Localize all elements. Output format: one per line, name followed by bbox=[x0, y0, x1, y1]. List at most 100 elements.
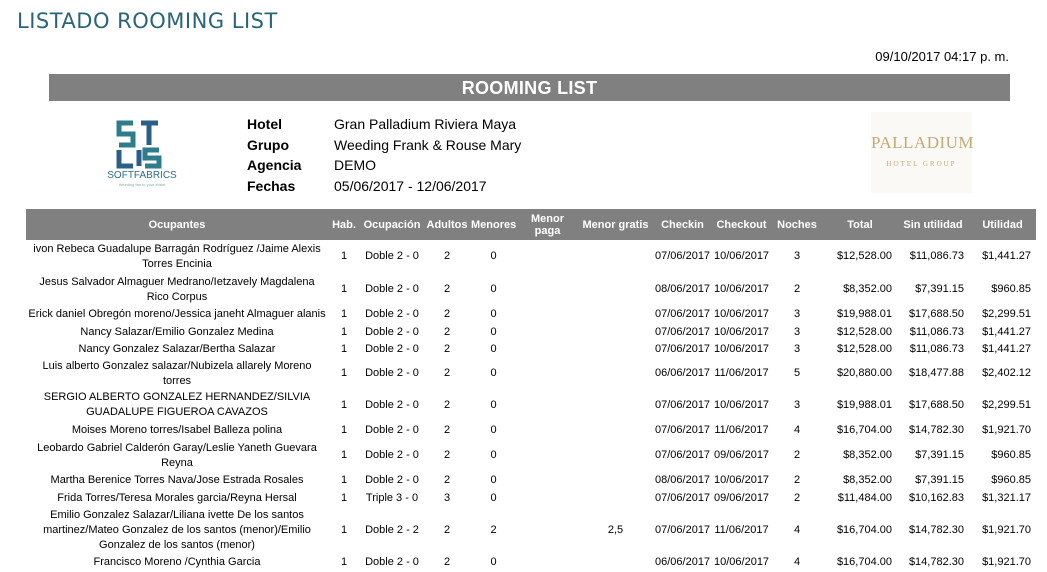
info-label: Hotel bbox=[247, 116, 282, 133]
cell-menores: 0 bbox=[490, 308, 497, 321]
table-header-row: Ocupantes Hab. Ocupación Adultos Menores… bbox=[26, 209, 1036, 240]
cell-ocupantes: ivon Rebeca Guadalupe Barragán Rodríguez… bbox=[33, 242, 321, 270]
table-row: Leobardo Gabriel Calderón Garay/Leslie Y… bbox=[26, 439, 1036, 472]
cell-noches: 3 bbox=[793, 325, 801, 338]
column-header: Ocupación bbox=[360, 209, 424, 240]
column-header: Noches bbox=[771, 209, 823, 240]
cell-noches: 3 bbox=[793, 343, 801, 356]
cell-utilidad: $960.85 bbox=[991, 283, 1031, 295]
cell-noches: 3 bbox=[793, 308, 801, 321]
cell-noches: 3 bbox=[793, 250, 801, 262]
cell-checkout: 10/06/2017 bbox=[714, 308, 770, 321]
cell-adultos: 2 bbox=[443, 283, 451, 295]
cell-checkin: 07/06/2017 bbox=[655, 491, 711, 504]
column-header: Hab. bbox=[328, 209, 360, 240]
info-value: 05/06/2017 - 12/06/2017 bbox=[334, 177, 487, 194]
cell-utilidad: $1,441.27 bbox=[982, 325, 1031, 338]
cell-ocupacion: Doble 2 - 0 bbox=[365, 250, 419, 262]
cell-utilidad: $1,921.70 bbox=[982, 524, 1031, 536]
cell-checkout: 09/06/2017 bbox=[714, 449, 770, 461]
column-header: Sin utilidad bbox=[897, 209, 969, 240]
cell-menor-paga bbox=[517, 341, 578, 359]
cell-ocupacion: Doble 2 - 0 bbox=[365, 398, 419, 411]
cell-checkin: 07/06/2017 bbox=[655, 449, 711, 461]
cell-menor-paga bbox=[517, 389, 578, 422]
cell-ocupantes: Erick daniel Obregón moreno/Jessica jane… bbox=[28, 308, 326, 321]
table-row: Erick daniel Obregón moreno/Jessica jane… bbox=[26, 306, 1036, 324]
cell-menor-paga bbox=[517, 439, 578, 472]
cell-total: $19,988.01 bbox=[836, 308, 892, 321]
cell-menor-gratis bbox=[578, 273, 653, 306]
cell-checkin: 08/06/2017 bbox=[655, 474, 711, 487]
table-row: Frida Torres/Teresa Morales garcia/Reyna… bbox=[26, 490, 1036, 508]
cell-hab: 1 bbox=[340, 250, 348, 262]
cell-total: $8,352.00 bbox=[843, 449, 892, 461]
column-header: Checkin bbox=[653, 209, 712, 240]
cell-utilidad: $960.85 bbox=[991, 449, 1031, 461]
cell-total: $12,528.00 bbox=[836, 325, 892, 338]
column-header: Ocupantes bbox=[26, 209, 328, 240]
column-header: Menor gratis bbox=[578, 209, 653, 240]
cell-menores: 0 bbox=[490, 283, 497, 295]
column-header: Utilidad bbox=[969, 209, 1036, 240]
cell-menores: 0 bbox=[490, 556, 497, 569]
info-row-grupo: Grupo Weeding Frank & Rouse Mary bbox=[247, 135, 521, 156]
cell-ocupantes: Emilio Gonzalez Salazar/Liliana ivette D… bbox=[43, 509, 311, 551]
cell-checkin: 07/06/2017 bbox=[655, 250, 711, 262]
cell-checkout: 10/06/2017 bbox=[714, 556, 770, 569]
cell-adultos: 2 bbox=[443, 343, 451, 356]
cell-menor-gratis bbox=[578, 240, 653, 273]
cell-sin-utilidad: $17,688.50 bbox=[908, 398, 964, 411]
cell-hab: 1 bbox=[340, 308, 348, 321]
table-row: Emilio Gonzalez Salazar/Liliana ivette D… bbox=[26, 507, 1036, 554]
cell-utilidad: $1,441.27 bbox=[982, 343, 1031, 356]
cell-ocupacion: Doble 2 - 0 bbox=[365, 343, 419, 356]
cell-menor-gratis bbox=[578, 490, 653, 508]
cell-checkout: 11/06/2017 bbox=[714, 423, 769, 436]
cell-menor-paga bbox=[517, 490, 578, 508]
softfabrics-tagline: Weeding fan to your event bbox=[118, 182, 166, 187]
cell-checkin: 07/06/2017 bbox=[655, 423, 711, 436]
cell-sin-utilidad: $17,688.50 bbox=[908, 308, 964, 321]
cell-ocupacion: Triple 3 - 0 bbox=[365, 491, 419, 504]
table-row: Nancy Salazar/Emilio Gonzalez Medina 1 Dob… bbox=[26, 324, 1036, 342]
cell-adultos: 3 bbox=[443, 491, 451, 504]
cell-noches: 4 bbox=[793, 423, 801, 436]
cell-checkout: 10/06/2017 bbox=[714, 398, 770, 411]
cell-checkin: 08/06/2017 bbox=[655, 283, 711, 295]
cell-noches: 4 bbox=[793, 524, 801, 536]
cell-sin-utilidad: $11,086.73 bbox=[909, 343, 964, 356]
cell-utilidad: $1,441.27 bbox=[982, 250, 1031, 262]
cell-utilidad: $960.85 bbox=[991, 474, 1031, 487]
cell-adultos: 2 bbox=[443, 423, 451, 436]
cell-sin-utilidad: $10,162.83 bbox=[908, 491, 964, 504]
palladium-logo-subtitle: HOTEL GROUP bbox=[886, 160, 957, 168]
table-row: Francisco Moreno /Cynthia Garcia 1 Doble 2… bbox=[26, 554, 1036, 572]
cell-adultos: 2 bbox=[443, 556, 451, 569]
cell-utilidad: $1,321.17 bbox=[982, 491, 1031, 504]
cell-adultos: 2 bbox=[443, 367, 451, 379]
cell-utilidad: $2,299.51 bbox=[982, 398, 1031, 411]
cell-menor-paga bbox=[517, 554, 578, 572]
cell-adultos: 2 bbox=[443, 449, 451, 461]
cell-adultos: 2 bbox=[443, 250, 451, 262]
softfabrics-brand: SOFTFABRICS bbox=[107, 170, 177, 181]
cell-ocupantes: Nancy Gonzalez Salazar/Bertha Salazar bbox=[78, 343, 276, 356]
table-row: Luis alberto Gonzalez salazar/Nubizela a… bbox=[26, 359, 1036, 389]
cell-menores: 0 bbox=[490, 423, 497, 436]
cell-ocupantes: Jesus Salvador Almaguer Medrano/Ietzavel… bbox=[39, 275, 315, 303]
cell-sin-utilidad: $14,782.30 bbox=[908, 423, 964, 436]
print-date: 09/10/2017 04:17 p. m. bbox=[875, 49, 1009, 64]
cell-menor-gratis bbox=[578, 439, 653, 472]
table-row: Jesus Salvador Almaguer Medrano/Ietzavel… bbox=[26, 273, 1036, 306]
cell-checkout: 11/06/2017 bbox=[714, 367, 769, 379]
cell-hab: 1 bbox=[340, 474, 348, 487]
cell-checkin: 07/06/2017 bbox=[655, 325, 711, 338]
cell-hab: 1 bbox=[340, 524, 348, 536]
cell-hab: 1 bbox=[340, 325, 348, 338]
cell-menor-paga bbox=[517, 422, 578, 440]
cell-menores: 2 bbox=[490, 524, 497, 536]
cell-sin-utilidad: $7,391.15 bbox=[915, 449, 964, 461]
cell-ocupacion: Doble 2 - 0 bbox=[365, 367, 419, 379]
info-label: Agencia bbox=[247, 157, 302, 174]
